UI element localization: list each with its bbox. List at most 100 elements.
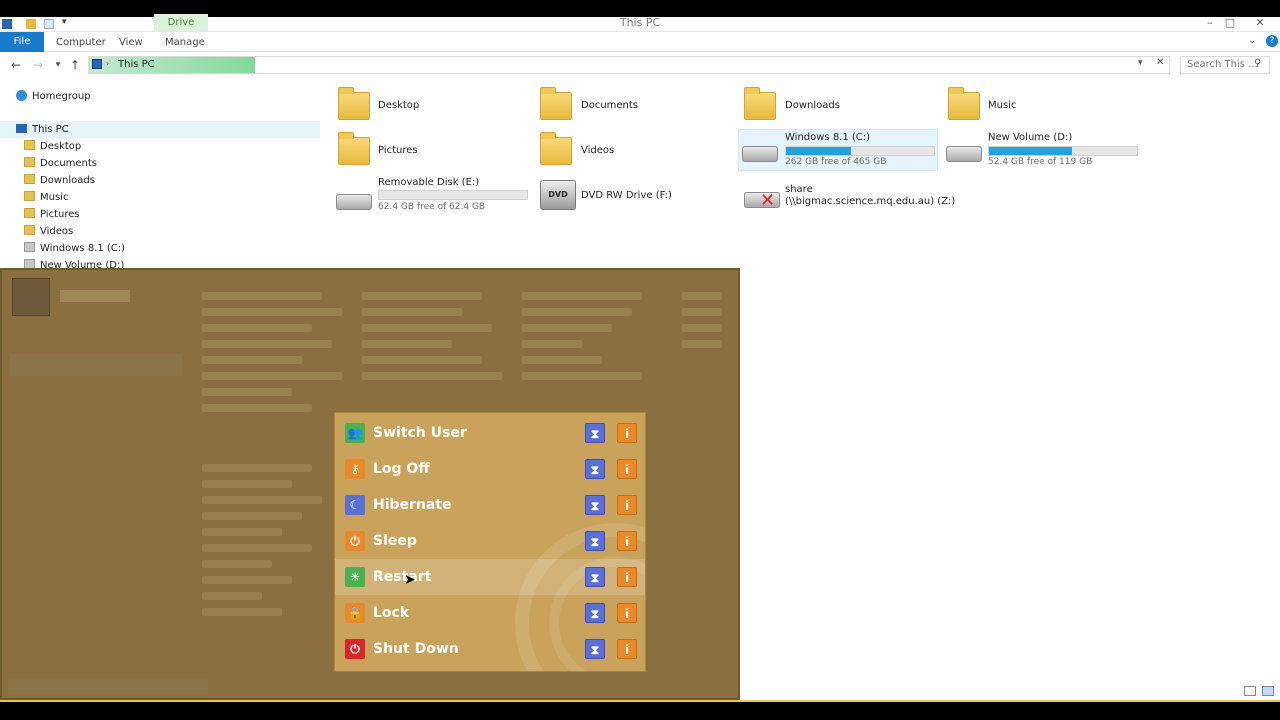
details-view-icon[interactable]	[1244, 686, 1256, 696]
tab-manage[interactable]: Manage	[155, 33, 215, 52]
expand-ribbon-icon[interactable]: ⌄	[1248, 35, 1256, 46]
drive-c-name[interactable]: Windows 8.1 (C:)	[785, 132, 870, 143]
info-hibernate-icon[interactable]: i	[617, 495, 637, 515]
schedule-switch-user-icon[interactable]: ⧗	[585, 423, 605, 443]
schedule-sleep-icon[interactable]: ⧗	[585, 531, 605, 551]
schedule-log-off-icon[interactable]: ⧗	[585, 459, 605, 479]
nav-videos-label: Videos	[40, 226, 74, 237]
info-log-off-icon[interactable]: i	[617, 459, 637, 479]
schedule-lock-icon[interactable]: ⧗	[585, 603, 605, 623]
info-shut-down-icon[interactable]: i	[617, 639, 637, 659]
nav-drive-c-label: Windows 8.1 (C:)	[40, 243, 126, 254]
schedule-shut-down-icon[interactable]: ⧗	[585, 639, 605, 659]
breadcrumb-chevron-icon[interactable]: ›	[106, 59, 109, 68]
folder-pictures[interactable]: Pictures	[378, 145, 418, 156]
nav-videos[interactable]: Videos	[24, 223, 73, 240]
bottom-bar	[0, 700, 1280, 720]
info-switch-user-icon[interactable]: i	[617, 423, 637, 443]
folder-icon[interactable]	[540, 87, 572, 120]
restart-icon: ✳	[345, 567, 365, 587]
computer-icon	[16, 124, 27, 133]
address-dropdown-icon[interactable]: ▾	[1138, 58, 1143, 68]
nav-documents-label: Documents	[40, 158, 98, 169]
hibernate-label: Hibernate	[373, 497, 452, 513]
tab-view[interactable]: View	[109, 33, 153, 52]
search-input[interactable]: Search This ...	[1187, 57, 1258, 73]
folder-videos[interactable]: Videos	[581, 145, 614, 156]
drive-icon[interactable]	[946, 146, 982, 162]
tab-computer[interactable]: Computer	[46, 33, 116, 52]
power-item-hibernate[interactable]: ☾ Hibernate ⧗ i	[335, 487, 645, 523]
power-item-restart[interactable]: ✳ Restart ⧗ i	[335, 559, 645, 595]
info-sleep-icon[interactable]: i	[617, 531, 637, 551]
schedule-hibernate-icon[interactable]: ⧗	[585, 495, 605, 515]
properties-icon[interactable]	[26, 19, 36, 29]
power-item-sleep[interactable]: ⏻ Sleep ⧗ i	[335, 523, 645, 559]
pictures-folder-icon[interactable]	[338, 132, 370, 165]
drive-e-free: 62.4 GB free of 62.4 GB	[378, 202, 486, 212]
videos-folder-icon[interactable]	[540, 132, 572, 165]
dvd-drive-icon[interactable]: DVD	[540, 180, 576, 210]
bottom-accent-strip	[0, 700, 1280, 702]
folder-music[interactable]: Music	[988, 100, 1016, 111]
drive-d-name[interactable]: New Volume (D:)	[988, 132, 1072, 143]
drive-f-name[interactable]: DVD RW Drive (F:)	[581, 190, 672, 201]
power-item-log-off[interactable]: ⚷ Log Off ⧗ i	[335, 451, 645, 487]
drive-e-name[interactable]: Removable Disk (E:)	[378, 177, 479, 188]
nav-pictures[interactable]: Pictures	[24, 206, 80, 223]
music-folder-icon[interactable]	[948, 87, 980, 120]
shut-down-label: Shut Down	[373, 641, 459, 657]
nav-drive-c[interactable]: Windows 8.1 (C:)	[24, 240, 125, 257]
folder-icon[interactable]	[338, 87, 370, 120]
nav-downloads-label: Downloads	[40, 175, 95, 186]
nav-music[interactable]: Music	[24, 189, 68, 206]
qat-dropdown-icon[interactable]: ▾	[62, 17, 67, 27]
help-icon[interactable]: ?	[1266, 35, 1278, 47]
power-icon: ⏻	[345, 531, 365, 551]
refresh-icon[interactable]: ✕	[1156, 57, 1164, 68]
breadcrumb-this-pc[interactable]: This PC	[118, 57, 155, 73]
drive-c-usage-bar	[785, 146, 935, 156]
drive-z-name[interactable]: share	[785, 184, 813, 195]
app-icon	[2, 19, 12, 29]
schedule-restart-icon[interactable]: ⧗	[585, 567, 605, 587]
folder-icon	[24, 174, 35, 184]
close-icon[interactable]: ✕	[1250, 14, 1270, 31]
info-lock-icon[interactable]: i	[617, 603, 637, 623]
power-options-panel: 👥 Switch User ⧗ i ⚷ Log Off ⧗ i ☾ Hibern…	[334, 412, 646, 672]
shutdown-icon: ⏻	[345, 639, 365, 659]
start-search-box[interactable]	[8, 678, 208, 694]
tab-file[interactable]: File	[0, 32, 44, 52]
new-folder-icon[interactable]	[44, 19, 54, 29]
nav-this-pc[interactable]: This PC	[16, 121, 69, 138]
windows-drive-icon[interactable]	[742, 146, 778, 162]
folder-downloads[interactable]: Downloads	[785, 100, 840, 111]
maximize-icon[interactable]: □	[1220, 14, 1240, 31]
lock-icon: 🔒	[345, 603, 365, 623]
power-item-lock[interactable]: 🔒 Lock ⧗ i	[335, 595, 645, 631]
minimize-icon[interactable]: –	[1200, 14, 1220, 31]
forward-icon[interactable]: →	[30, 57, 46, 73]
nav-homegroup[interactable]: Homegroup	[16, 88, 91, 105]
power-item-shut-down[interactable]: ⏻ Shut Down ⧗ i	[335, 631, 645, 667]
nav-downloads[interactable]: Downloads	[24, 172, 95, 189]
downloads-folder-icon[interactable]	[744, 87, 776, 120]
back-icon[interactable]: ←	[8, 57, 24, 73]
nav-documents[interactable]: Documents	[24, 155, 97, 172]
folder-documents[interactable]: Documents	[581, 100, 638, 111]
folder-icon	[24, 140, 35, 150]
search-icon[interactable]: ⚲	[1254, 58, 1261, 69]
nav-desktop[interactable]: Desktop	[24, 138, 81, 155]
info-restart-icon[interactable]: i	[617, 567, 637, 587]
quick-access-toolbar[interactable]: ▾	[0, 17, 80, 31]
folder-desktop[interactable]: Desktop	[378, 100, 419, 111]
up-icon[interactable]: ↑	[67, 57, 83, 73]
disconnected-icon: ✕	[760, 190, 776, 211]
recent-locations-icon[interactable]: ▾	[50, 57, 66, 73]
removable-drive-icon[interactable]	[336, 194, 372, 210]
drive-tools-context-tab: Drive Tools	[154, 14, 208, 45]
key-icon: ⚷	[345, 459, 365, 479]
power-item-switch-user[interactable]: 👥 Switch User ⧗ i	[335, 415, 645, 451]
this-pc-icon	[92, 59, 102, 69]
large-icons-view-icon[interactable]	[1262, 686, 1274, 696]
